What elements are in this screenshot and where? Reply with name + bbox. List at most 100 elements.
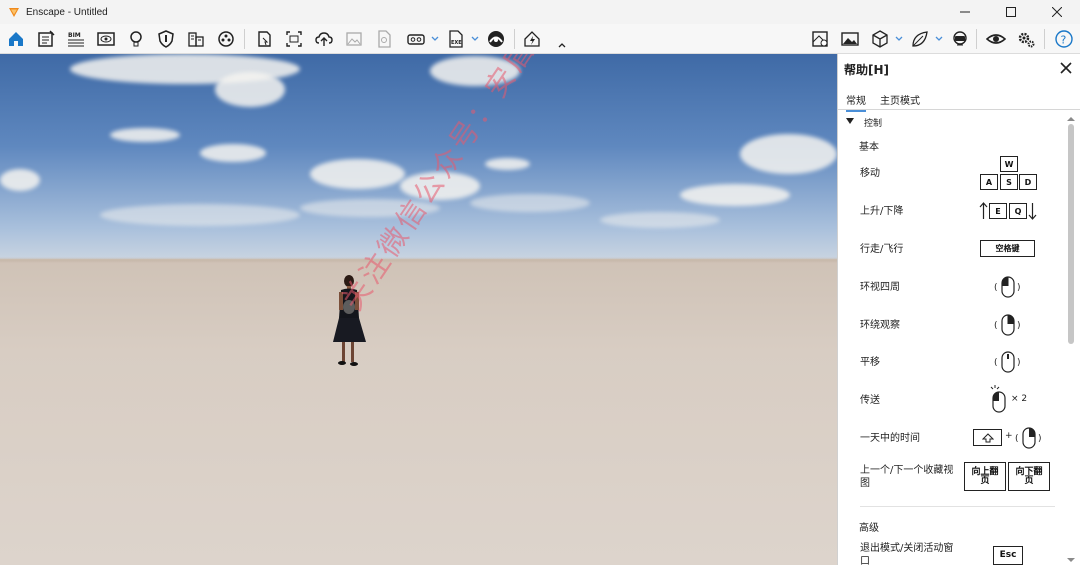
lightning-button[interactable] [520, 27, 544, 51]
label-orbit: 环绕观察 [860, 320, 900, 331]
cloud [0, 169, 40, 191]
shift-icon [981, 432, 994, 442]
image-button[interactable] [342, 27, 366, 51]
svg-text:(: ( [994, 321, 998, 331]
vr-button[interactable] [948, 27, 972, 51]
map-icon [812, 31, 828, 47]
bim-button[interactable]: BIM [64, 27, 88, 51]
chevron-down-icon[interactable] [895, 35, 903, 43]
exe-button[interactable]: EXE [444, 27, 468, 51]
notes-button[interactable] [34, 27, 58, 51]
web-button[interactable] [484, 27, 508, 51]
notes-icon [38, 30, 55, 47]
cloud [215, 72, 285, 107]
web-icon [488, 31, 504, 47]
eye-icon [986, 34, 1006, 44]
light-icon [130, 31, 142, 47]
chevron-down-icon[interactable] [471, 35, 479, 43]
label-prev-next-view: 上一个/下一个收藏视图 [860, 465, 954, 489]
enscape-logo-icon [9, 8, 19, 17]
panel-title: 帮助[H] [844, 63, 890, 77]
horizon [0, 257, 837, 263]
cloud [600, 212, 720, 228]
close-icon[interactable] [1059, 61, 1073, 75]
key-w: W [1000, 156, 1018, 172]
panel-tabs: 常规 主页模式 [838, 88, 1080, 112]
title-bar: Enscape - Untitled [0, 0, 1080, 24]
shield-icon [158, 30, 174, 48]
toolbar-separator [1044, 29, 1045, 49]
render-viewport[interactable]: 关注微信公众号：安盾软件管家 [0, 54, 837, 565]
upload-icon [315, 32, 333, 46]
label-up-down: 上升/下降 [860, 206, 904, 217]
cube-button[interactable] [868, 27, 892, 51]
vr-headset-button[interactable] [404, 27, 428, 51]
help-button[interactable]: ? [1052, 27, 1076, 51]
scroll-thumb[interactable] [1068, 124, 1074, 344]
key-a: A [980, 174, 998, 190]
toolbar-separator [244, 29, 245, 49]
cloud [110, 128, 180, 142]
video-button[interactable] [214, 27, 238, 51]
collapse-toolbar-icon[interactable] [558, 41, 566, 49]
picture-icon [841, 32, 859, 46]
chevron-down-icon[interactable] [935, 35, 943, 43]
label-time-of-day: 一天中的时间 [860, 433, 920, 444]
batch-render-button[interactable] [282, 27, 306, 51]
screenshot-icon [258, 31, 271, 47]
batch-render-icon [286, 31, 302, 47]
upload-button[interactable] [312, 27, 336, 51]
cloud [740, 134, 837, 174]
toolbar-separator [976, 29, 977, 49]
label-teleport: 传送 [860, 395, 880, 406]
toolbar: BIM EXE ? [0, 24, 1080, 54]
panel-scrollbar[interactable] [1066, 116, 1076, 565]
home-button[interactable] [4, 27, 28, 51]
exe-icon: EXE [449, 30, 463, 48]
key-q: Q [1009, 203, 1027, 219]
viewport-button[interactable] [94, 27, 118, 51]
window-title: Enscape - Untitled [26, 6, 108, 18]
label-move: 移动 [860, 168, 880, 179]
settings-button[interactable] [1014, 27, 1038, 51]
tab-home-mode[interactable]: 主页模式 [880, 92, 920, 107]
lightning-icon [524, 31, 540, 47]
key-space: 空格键 [980, 240, 1035, 257]
mouse-left-drag-icon: ( ) [994, 276, 1021, 298]
key-shift [973, 429, 1002, 446]
tab-general[interactable]: 常规 [846, 92, 866, 112]
video-icon [218, 31, 234, 47]
section-control[interactable]: 控制 [864, 116, 882, 129]
cloud [485, 158, 530, 170]
light-button[interactable] [124, 27, 148, 51]
cloud [100, 204, 300, 226]
scroll-down-icon[interactable] [1067, 557, 1075, 563]
viewport-icon [97, 32, 115, 46]
shield-button[interactable] [154, 27, 178, 51]
svg-text:(: ( [994, 358, 998, 368]
caret-down-icon[interactable] [846, 117, 854, 125]
maximize-button[interactable] [988, 0, 1034, 24]
svg-text:): ) [1017, 321, 1021, 331]
buildings-button[interactable] [184, 27, 208, 51]
section-divider [860, 506, 1055, 507]
vr-icon [953, 31, 967, 46]
leaf-button[interactable] [908, 27, 932, 51]
eye-button[interactable] [984, 27, 1008, 51]
key-page-up: 向上翻页 [964, 462, 1006, 491]
ground-plane [0, 259, 837, 565]
svg-text:): ) [1017, 283, 1021, 293]
screenshot-button[interactable] [252, 27, 276, 51]
key-page-down: 向下翻页 [1008, 462, 1050, 491]
map-button[interactable] [808, 27, 832, 51]
cloud [680, 184, 790, 206]
picture-button[interactable] [838, 27, 862, 51]
close-window-button[interactable] [1034, 0, 1080, 24]
file-button[interactable] [372, 27, 396, 51]
scroll-up-icon[interactable] [1067, 116, 1075, 122]
svg-text:(: ( [994, 283, 998, 293]
mouse-double-click-icon [990, 385, 1006, 413]
chevron-down-icon[interactable] [431, 35, 439, 43]
times-two-label: × 2 [1011, 394, 1028, 404]
minimize-button[interactable] [942, 0, 988, 24]
